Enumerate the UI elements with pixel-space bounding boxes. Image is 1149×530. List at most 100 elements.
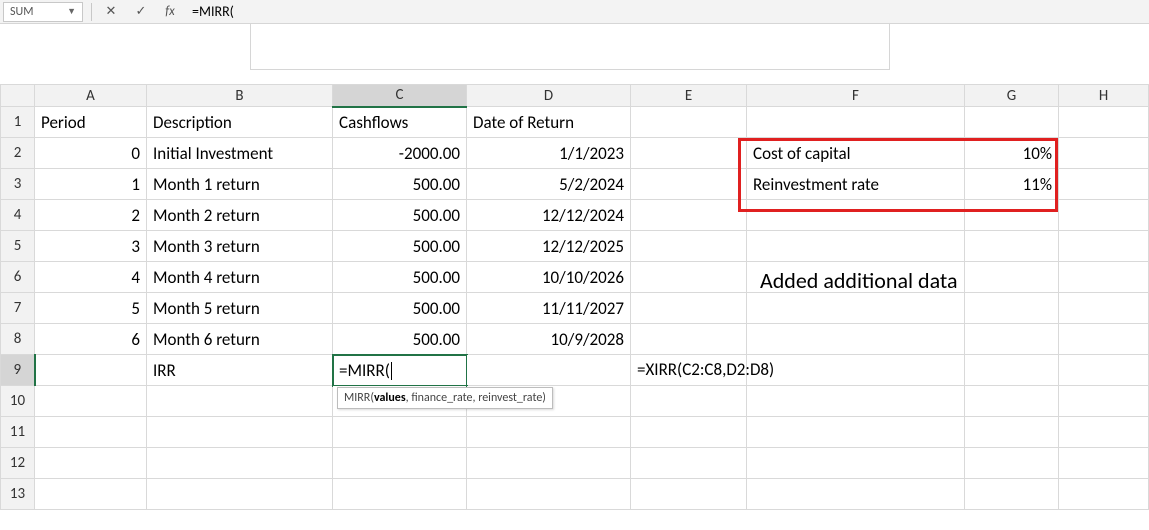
cell-f5[interactable] (747, 231, 965, 262)
cell-d2[interactable]: 1/1/2023 (467, 138, 631, 169)
col-header-f[interactable]: F (747, 85, 965, 107)
col-header-g[interactable]: G (965, 85, 1059, 107)
cell-e5[interactable] (631, 231, 747, 262)
row-header[interactable]: 7 (1, 293, 35, 324)
cell-h2[interactable] (1059, 138, 1149, 169)
cell-f1[interactable] (747, 107, 965, 138)
cell[interactable] (747, 479, 965, 510)
cell-c7[interactable]: 500.00 (333, 293, 467, 324)
cell-g4[interactable] (965, 200, 1059, 231)
cell-e7[interactable] (631, 293, 747, 324)
chevron-down-icon[interactable]: ▼ (67, 6, 76, 17)
cell-b2[interactable]: Initial Investment (147, 138, 333, 169)
cell-h3[interactable] (1059, 169, 1149, 200)
col-header-c[interactable]: C (333, 85, 467, 107)
cell-g1[interactable] (965, 107, 1059, 138)
cell[interactable] (965, 448, 1059, 479)
cell[interactable] (333, 479, 467, 510)
cell[interactable] (147, 417, 333, 448)
cell-b1[interactable]: Description (147, 107, 333, 138)
cell[interactable] (965, 386, 1059, 417)
cell-h4[interactable] (1059, 200, 1149, 231)
cell[interactable] (467, 479, 631, 510)
cell-c2[interactable]: -2000.00 (333, 138, 467, 169)
cell[interactable] (631, 448, 747, 479)
cell[interactable] (35, 386, 147, 417)
row-header[interactable]: 2 (1, 138, 35, 169)
cell-a1[interactable]: Period (35, 107, 147, 138)
cell-c3[interactable]: 500.00 (333, 169, 467, 200)
row-header[interactable]: 8 (1, 324, 35, 355)
cell-d5[interactable]: 12/12/2025 (467, 231, 631, 262)
cell-g7[interactable] (965, 293, 1059, 324)
cell-c6[interactable]: 500.00 (333, 262, 467, 293)
cell[interactable] (1059, 417, 1149, 448)
cell-b8[interactable]: Month 6 return (147, 324, 333, 355)
col-header-a[interactable]: A (35, 85, 147, 107)
formula-input[interactable]: =MIRR( (188, 3, 234, 20)
cell-a4[interactable]: 2 (35, 200, 147, 231)
cell-d3[interactable]: 5/2/2024 (467, 169, 631, 200)
cell[interactable] (1059, 448, 1149, 479)
cell-g6[interactable] (965, 262, 1059, 293)
row-header[interactable]: 11 (1, 417, 35, 448)
row-header[interactable]: 12 (1, 448, 35, 479)
cell-d9[interactable] (467, 355, 631, 386)
cell-e6[interactable] (631, 262, 747, 293)
col-header-h[interactable]: H (1059, 85, 1149, 107)
cell-c9-editing[interactable]: =MIRR( MIRR(values, finance_rate, reinve… (333, 355, 467, 386)
cell[interactable] (1059, 479, 1149, 510)
cell[interactable] (965, 417, 1059, 448)
cell[interactable] (333, 417, 467, 448)
cell-h7[interactable] (1059, 293, 1149, 324)
cell-f9[interactable] (747, 355, 965, 386)
cell[interactable] (1059, 386, 1149, 417)
col-header-d[interactable]: D (467, 85, 631, 107)
cell-f3[interactable]: Reinvestment rate (747, 169, 965, 200)
cell-d4[interactable]: 12/12/2024 (467, 200, 631, 231)
cell-g2[interactable]: 10% (965, 138, 1059, 169)
cell-f4[interactable] (747, 200, 965, 231)
cell-a9[interactable] (35, 355, 147, 386)
cell-g8[interactable] (965, 324, 1059, 355)
cell-d1[interactable]: Date of Return (467, 107, 631, 138)
cell[interactable] (333, 448, 467, 479)
cell-g3[interactable]: 11% (965, 169, 1059, 200)
cell-e3[interactable] (631, 169, 747, 200)
cell-a6[interactable]: 4 (35, 262, 147, 293)
row-header[interactable]: 6 (1, 262, 35, 293)
fx-icon[interactable]: fx (160, 4, 180, 19)
cell-a5[interactable]: 3 (35, 231, 147, 262)
cell-a2[interactable]: 0 (35, 138, 147, 169)
cell-b4[interactable]: Month 2 return (147, 200, 333, 231)
row-header[interactable]: 9 (1, 355, 35, 386)
cell[interactable] (747, 448, 965, 479)
accept-icon[interactable]: ✓ (130, 2, 152, 22)
cell-g5[interactable] (965, 231, 1059, 262)
cell-e9[interactable]: =XIRR(C2:C8,D2:D8) (631, 355, 747, 386)
formula-bar-expanded[interactable] (250, 24, 890, 70)
cell-e2[interactable] (631, 138, 747, 169)
cell-f7[interactable] (747, 293, 965, 324)
cell[interactable] (467, 448, 631, 479)
cell[interactable] (467, 417, 631, 448)
cell-b5[interactable]: Month 3 return (147, 231, 333, 262)
cancel-icon[interactable]: ✕ (100, 2, 122, 22)
cell-h6[interactable] (1059, 262, 1149, 293)
col-header-b[interactable]: B (147, 85, 333, 107)
cell-b3[interactable]: Month 1 return (147, 169, 333, 200)
cell-c8[interactable]: 500.00 (333, 324, 467, 355)
select-all-corner[interactable] (1, 85, 35, 107)
cell[interactable] (631, 479, 747, 510)
cell[interactable] (747, 386, 965, 417)
cell-d7[interactable]: 11/11/2027 (467, 293, 631, 324)
cell-h5[interactable] (1059, 231, 1149, 262)
cell[interactable] (35, 448, 147, 479)
cell-h8[interactable] (1059, 324, 1149, 355)
cell-f8[interactable] (747, 324, 965, 355)
cell-g9[interactable] (965, 355, 1059, 386)
cell[interactable] (147, 448, 333, 479)
cell[interactable] (35, 417, 147, 448)
row-header[interactable]: 4 (1, 200, 35, 231)
name-box[interactable]: SUM ▼ (3, 2, 83, 22)
